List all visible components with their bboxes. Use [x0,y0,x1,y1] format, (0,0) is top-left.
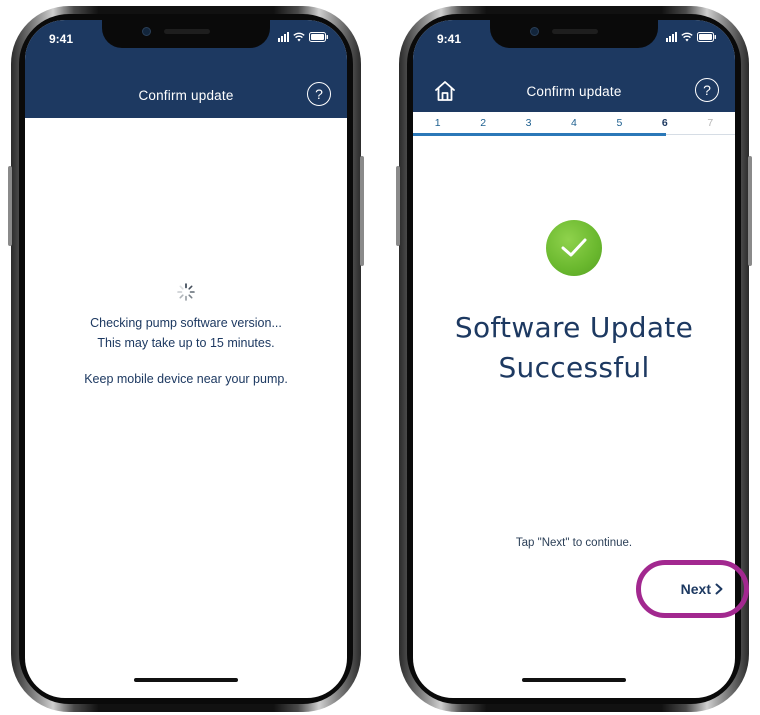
step-6: 6 [661,117,668,129]
notch [102,20,270,48]
message-line-checking: Checking pump software version... [90,316,282,330]
signal-icon [666,32,677,42]
battery-icon [697,32,717,42]
message-line-duration: This may take up to 15 minutes. [97,336,275,350]
step-1: 1 [434,117,441,129]
status-time: 9:41 [49,32,74,46]
power-button [748,156,752,266]
signal-icon [278,32,289,42]
home-indicator[interactable] [134,678,238,682]
screen-confirm-update-checking: 9:41 Confirm update ? Checking pump soft… [25,20,347,698]
header-title: Confirm update [526,84,622,99]
step-progress: 1 2 3 4 5 6 7 [413,112,735,134]
step-2: 2 [480,117,487,129]
continue-hint: Tap "Next" to continue. [515,537,633,549]
notch [490,20,658,48]
status-message: Checking pump software version... This m… [25,313,347,389]
step-7: 7 [707,117,714,129]
volume-button [396,166,400,246]
volume-button [8,166,12,246]
phone-left: 9:41 Confirm update ? Checking pump soft… [8,6,364,712]
wifi-icon [293,32,305,42]
step-3: 3 [525,117,532,129]
success-heading-line2: Successful [498,351,650,384]
battery-icon [309,32,329,42]
success-heading: Software Update Successful [413,308,735,388]
message-line-keep-near: Keep mobile device near your pump. [84,372,288,386]
status-time: 9:41 [437,32,462,46]
step-5: 5 [616,117,623,129]
next-button-highlight [636,560,749,618]
help-icon[interactable]: ? [695,78,719,102]
success-heading-line1: Software Update [454,311,694,344]
header-title: Confirm update [138,88,234,103]
power-button [360,156,364,266]
success-check-badge [546,220,602,276]
help-icon[interactable]: ? [307,82,331,106]
step-4: 4 [571,117,577,129]
step-progress-fill [413,133,666,136]
spinner-icon [176,282,196,302]
wifi-icon [681,32,693,42]
home-indicator[interactable] [522,678,626,682]
check-icon [561,238,587,257]
status-icons [666,32,717,42]
status-icons [278,32,329,42]
